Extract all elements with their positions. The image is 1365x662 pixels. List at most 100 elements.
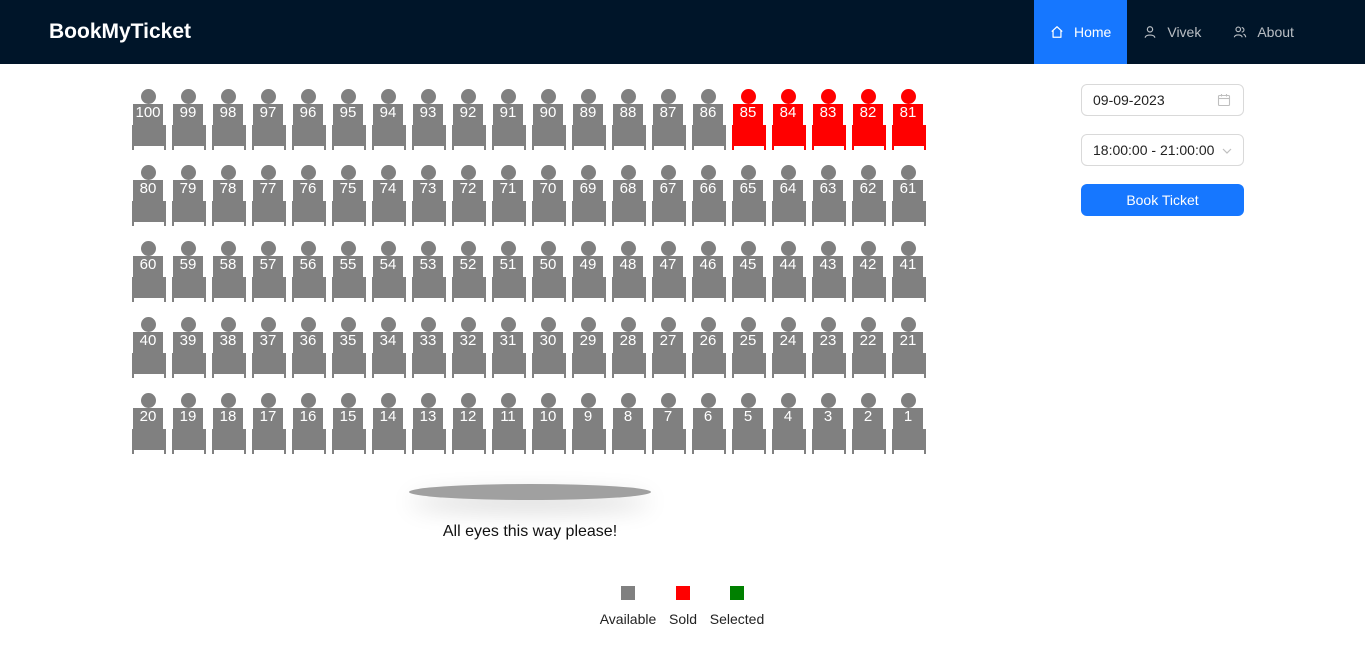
seat-4[interactable]: 4 [770,392,806,456]
seat-68[interactable]: 68 [610,164,646,228]
seat-92[interactable]: 92 [450,88,486,152]
seat-44[interactable]: 44 [770,240,806,304]
seat-93[interactable]: 93 [410,88,446,152]
seat-70[interactable]: 70 [530,164,566,228]
seat-36[interactable]: 36 [290,316,326,380]
seat-50[interactable]: 50 [530,240,566,304]
seat-59[interactable]: 59 [170,240,206,304]
seat-3[interactable]: 3 [810,392,846,456]
seat-66[interactable]: 66 [690,164,726,228]
seat-86[interactable]: 86 [690,88,726,152]
seat-24[interactable]: 24 [770,316,806,380]
seat-95[interactable]: 95 [330,88,366,152]
seat-57[interactable]: 57 [250,240,286,304]
seat-67[interactable]: 67 [650,164,686,228]
seat-64[interactable]: 64 [770,164,806,228]
seat-71[interactable]: 71 [490,164,526,228]
seat-30[interactable]: 30 [530,316,566,380]
seat-51[interactable]: 51 [490,240,526,304]
seat-48[interactable]: 48 [610,240,646,304]
seat-63[interactable]: 63 [810,164,846,228]
seat-34[interactable]: 34 [370,316,406,380]
seat-17[interactable]: 17 [250,392,286,456]
nav-item-about[interactable]: About [1217,0,1310,64]
seat-49[interactable]: 49 [570,240,606,304]
seat-31[interactable]: 31 [490,316,526,380]
seat-83[interactable]: 83 [810,88,846,152]
seat-9[interactable]: 9 [570,392,606,456]
seat-79[interactable]: 79 [170,164,206,228]
seat-56[interactable]: 56 [290,240,326,304]
seat-62[interactable]: 62 [850,164,886,228]
seat-75[interactable]: 75 [330,164,366,228]
seat-18[interactable]: 18 [210,392,246,456]
app-logo[interactable]: BookMyTicket [49,0,191,64]
seat-99[interactable]: 99 [170,88,206,152]
seat-54[interactable]: 54 [370,240,406,304]
seat-72[interactable]: 72 [450,164,486,228]
seat-40[interactable]: 40 [130,316,166,380]
seat-87[interactable]: 87 [650,88,686,152]
seat-46[interactable]: 46 [690,240,726,304]
seat-53[interactable]: 53 [410,240,446,304]
seat-21[interactable]: 21 [890,316,926,380]
seat-16[interactable]: 16 [290,392,326,456]
seat-19[interactable]: 19 [170,392,206,456]
date-picker[interactable]: 09-09-2023 [1081,84,1244,116]
seat-82[interactable]: 82 [850,88,886,152]
seat-61[interactable]: 61 [890,164,926,228]
nav-item-vivek[interactable]: Vivek [1127,0,1217,64]
seat-80[interactable]: 80 [130,164,166,228]
seat-52[interactable]: 52 [450,240,486,304]
seat-39[interactable]: 39 [170,316,206,380]
seat-38[interactable]: 38 [210,316,246,380]
seat-65[interactable]: 65 [730,164,766,228]
nav-item-home[interactable]: Home [1034,0,1128,64]
seat-41[interactable]: 41 [890,240,926,304]
seat-96[interactable]: 96 [290,88,326,152]
seat-11[interactable]: 11 [490,392,526,456]
seat-100[interactable]: 100 [130,88,166,152]
seat-42[interactable]: 42 [850,240,886,304]
seat-88[interactable]: 88 [610,88,646,152]
seat-23[interactable]: 23 [810,316,846,380]
seat-58[interactable]: 58 [210,240,246,304]
seat-13[interactable]: 13 [410,392,446,456]
seat-15[interactable]: 15 [330,392,366,456]
seat-27[interactable]: 27 [650,316,686,380]
seat-32[interactable]: 32 [450,316,486,380]
seat-69[interactable]: 69 [570,164,606,228]
seat-90[interactable]: 90 [530,88,566,152]
seat-73[interactable]: 73 [410,164,446,228]
seat-74[interactable]: 74 [370,164,406,228]
seat-25[interactable]: 25 [730,316,766,380]
seat-81[interactable]: 81 [890,88,926,152]
seat-20[interactable]: 20 [130,392,166,456]
time-slot-select[interactable]: 18:00:00 - 21:00:00 [1081,134,1244,166]
seat-33[interactable]: 33 [410,316,446,380]
seat-35[interactable]: 35 [330,316,366,380]
seat-45[interactable]: 45 [730,240,766,304]
seat-89[interactable]: 89 [570,88,606,152]
seat-28[interactable]: 28 [610,316,646,380]
seat-76[interactable]: 76 [290,164,326,228]
seat-91[interactable]: 91 [490,88,526,152]
seat-12[interactable]: 12 [450,392,486,456]
seat-60[interactable]: 60 [130,240,166,304]
seat-2[interactable]: 2 [850,392,886,456]
seat-37[interactable]: 37 [250,316,286,380]
seat-85[interactable]: 85 [730,88,766,152]
seat-77[interactable]: 77 [250,164,286,228]
seat-1[interactable]: 1 [890,392,926,456]
seat-26[interactable]: 26 [690,316,726,380]
seat-43[interactable]: 43 [810,240,846,304]
seat-6[interactable]: 6 [690,392,726,456]
seat-7[interactable]: 7 [650,392,686,456]
seat-55[interactable]: 55 [330,240,366,304]
seat-8[interactable]: 8 [610,392,646,456]
seat-47[interactable]: 47 [650,240,686,304]
seat-5[interactable]: 5 [730,392,766,456]
seat-97[interactable]: 97 [250,88,286,152]
seat-22[interactable]: 22 [850,316,886,380]
seat-14[interactable]: 14 [370,392,406,456]
